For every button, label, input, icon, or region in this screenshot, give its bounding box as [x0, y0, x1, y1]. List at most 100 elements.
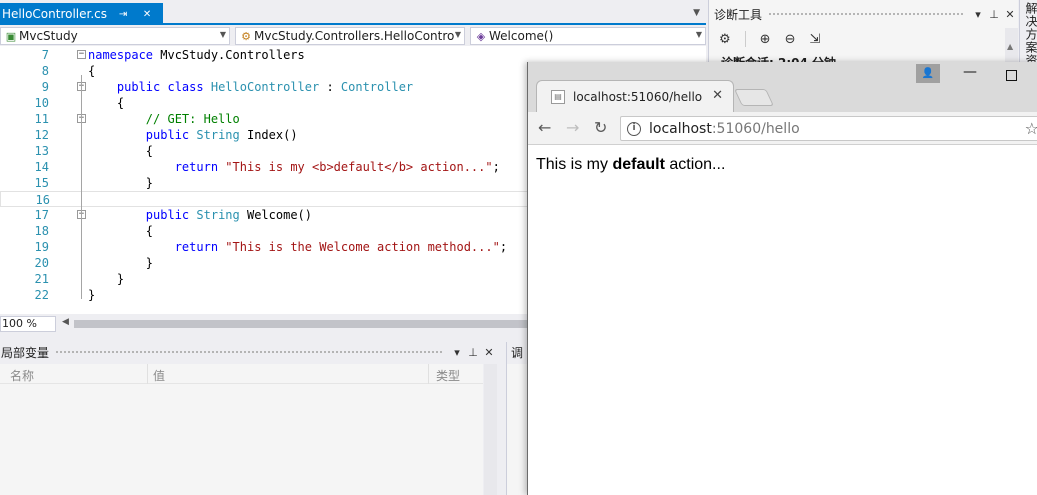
debug-panel: 调 [506, 342, 529, 495]
browser-tab-title: localhost:51060/hello [573, 89, 703, 104]
line-number: 15 [34, 176, 49, 190]
tab-overflow-icon[interactable]: ▼ [693, 8, 700, 18]
zoom-out-icon[interactable]: ⊖ [785, 32, 796, 47]
code-text: namespace MvcStudy.Controllers [88, 48, 305, 62]
line-number: 17 [34, 208, 49, 222]
back-arrow-icon[interactable]: ← [538, 118, 551, 137]
csharp-project-icon: ▣ [5, 29, 17, 43]
code-line[interactable]: 7 − namespace MvcStudy.Controllers [0, 47, 706, 63]
drag-grip[interactable] [768, 11, 964, 17]
pin-icon[interactable]: ⊥ [465, 346, 481, 359]
line-number: 13 [34, 144, 49, 158]
line-number: 10 [34, 96, 49, 110]
code-text: public String Index() [145, 128, 298, 142]
debug-panel-title: 调 [511, 346, 524, 360]
line-number: 18 [34, 224, 49, 238]
diagnostics-toolbar: ⚙ ⊕ ⊖ ⇲ [709, 28, 1018, 50]
page-body-text: This is my default action... [536, 156, 725, 174]
browser-window: ▤ localhost:51060/hello ✕ 👤 — ← → ↻ i lo… [527, 62, 1037, 495]
code-text: { [88, 64, 96, 78]
pin-icon[interactable]: ⇥ [115, 9, 131, 20]
reload-icon[interactable]: ↻ [594, 118, 607, 137]
horizontal-scrollbar[interactable] [74, 320, 528, 328]
page-favicon-icon: ▤ [551, 89, 565, 104]
address-bar[interactable]: i localhost:51060/hello ☆ [620, 116, 1037, 141]
locals-title: 局部变量 [1, 345, 50, 360]
close-icon[interactable]: ✕ [139, 9, 155, 20]
code-text: // GET: Hello [145, 112, 240, 126]
class-name: MvcStudy.Controllers.HelloContro [254, 29, 455, 43]
chevron-down-icon: ▼ [695, 30, 702, 39]
line-number: 11 [34, 112, 49, 126]
class-dropdown[interactable]: ⚙ MvcStudy.Controllers.HelloContro ▼ [235, 27, 465, 45]
info-icon[interactable]: i [627, 121, 641, 136]
close-icon[interactable]: ✕ [1002, 8, 1018, 21]
drag-grip[interactable] [55, 349, 443, 355]
code-text: } [88, 288, 96, 302]
zoom-dropdown[interactable]: 100 % [0, 316, 56, 332]
line-number: 20 [34, 256, 49, 270]
line-number: 19 [34, 240, 49, 254]
code-text: } [88, 176, 154, 190]
dropdown-icon[interactable]: ▾ [449, 346, 465, 359]
member-dropdown[interactable]: ◈ Welcome() ▼ [470, 27, 706, 45]
browser-tab[interactable]: ▤ localhost:51060/hello ✕ [536, 80, 734, 112]
method-icon: ◈ [476, 29, 486, 43]
solution-explorer-label: 解决方案资 [1024, 2, 1037, 67]
tab-title: HelloController.cs [2, 7, 108, 21]
debug-panel-body[interactable] [507, 364, 529, 495]
code-text: return "This is the Welcome action metho… [174, 240, 508, 254]
forward-arrow-icon[interactable]: → [566, 118, 579, 137]
code-text: { [88, 96, 125, 110]
column-value[interactable]: 值 [153, 367, 165, 384]
url-path: :51060/hello [711, 120, 800, 137]
collapse-icon[interactable]: − [77, 50, 86, 59]
code-text: { [88, 224, 154, 238]
vertical-scrollbar[interactable] [484, 364, 497, 495]
reset-zoom-icon[interactable]: ⇲ [809, 32, 820, 47]
new-tab-button[interactable] [734, 89, 774, 106]
settings-gear-icon[interactable]: ⚙ [719, 32, 731, 47]
line-number: 9 [41, 80, 49, 94]
page-content: This is my default action... [528, 146, 1037, 495]
browser-title-bar: ▤ localhost:51060/hello ✕ 👤 — [528, 62, 1037, 112]
locals-title-bar: 局部变量 ▾ ⊥ ✕ [0, 342, 497, 362]
locals-panel: 局部变量 ▾ ⊥ ✕ 名称 值 类型 [0, 342, 497, 495]
line-number: 22 [34, 288, 49, 302]
code-text: return "This is my <b>default</b> action… [174, 160, 500, 174]
dropdown-icon[interactable]: ▾ [970, 8, 986, 21]
line-number: 14 [34, 160, 49, 174]
navigation-bar: ▣ MvcStudy ▼ ⚙ MvcStudy.Controllers.Hell… [0, 26, 706, 46]
scroll-left-icon[interactable]: ◀ [62, 317, 69, 327]
text-before: This is my [536, 156, 613, 173]
column-type[interactable]: 类型 [436, 367, 460, 384]
outline-rail [81, 75, 82, 299]
chevron-down-icon: ▼ [219, 30, 226, 39]
project-name: MvcStudy [19, 29, 78, 43]
minimize-icon[interactable]: — [960, 64, 980, 80]
project-dropdown[interactable]: ▣ MvcStudy ▼ [0, 27, 230, 45]
line-number: 12 [34, 128, 49, 142]
pin-icon[interactable]: ⊥ [986, 8, 1002, 21]
line-number: 8 [41, 64, 49, 78]
locals-grid-body[interactable] [0, 384, 483, 495]
locals-grid-header: 名称 值 类型 [0, 364, 483, 384]
code-text: { [88, 144, 154, 158]
user-icon[interactable]: 👤 [916, 64, 940, 83]
line-number: 7 [41, 48, 49, 62]
diagnostics-title-bar: 诊断工具 ▾ ⊥ ✕ [709, 0, 1018, 28]
close-tab-icon[interactable]: ✕ [712, 88, 723, 103]
bookmark-star-icon[interactable]: ☆ [1025, 119, 1037, 138]
tab-hellocontroller[interactable]: HelloController.cs ⇥ ✕ [0, 3, 163, 25]
scroll-up-icon[interactable]: ▲ [1007, 42, 1013, 51]
zoom-in-icon[interactable]: ⊕ [760, 32, 771, 47]
close-icon[interactable]: ✕ [481, 346, 497, 359]
maximize-icon[interactable] [1006, 70, 1017, 81]
document-tab-strip: HelloController.cs ⇥ ✕ ▼ [0, 0, 706, 25]
browser-toolbar: ← → ↻ i localhost:51060/hello ☆ [528, 112, 1037, 145]
line-number: 21 [34, 272, 49, 286]
code-text: public String Welcome() [145, 208, 312, 222]
chevron-down-icon: ▼ [454, 30, 461, 39]
column-name[interactable]: 名称 [10, 367, 34, 384]
class-icon: ⚙ [241, 29, 251, 43]
